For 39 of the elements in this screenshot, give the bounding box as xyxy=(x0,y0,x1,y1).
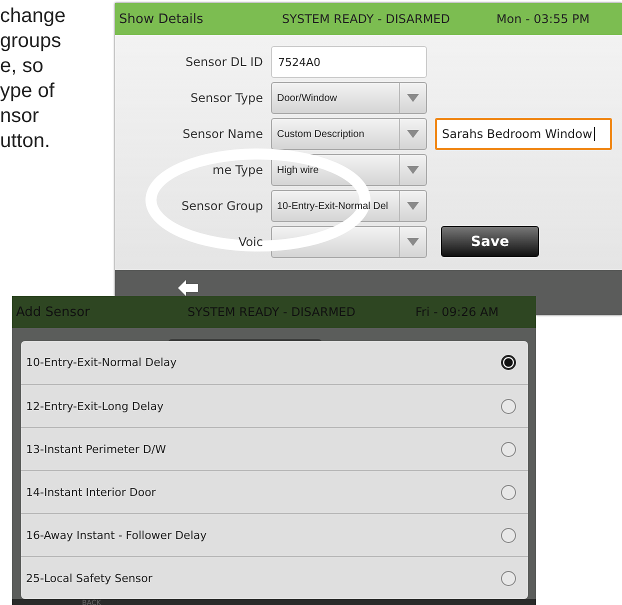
option-label: 10-Entry-Exit-Normal Delay xyxy=(26,356,177,369)
option-row[interactable]: 10-Entry-Exit-Normal Delay xyxy=(21,341,528,384)
field-label: Sensor Group xyxy=(180,199,263,213)
dropdown[interactable]: Custom Description xyxy=(271,118,427,150)
name-input-field[interactable]: Sarahs Bedroom Window xyxy=(435,118,612,150)
dropdown[interactable]: 10-Entry-Exit-Normal Del xyxy=(271,190,427,222)
option-label: 12-Entry-Exit-Long Delay xyxy=(26,400,164,412)
save-button[interactable]: Save xyxy=(441,226,539,257)
option-label: 14-Instant Interior Door xyxy=(26,486,156,498)
date-time: Mon - 03:55 PM xyxy=(495,12,591,26)
option-label: 16-Away Instant - Follower Delay xyxy=(26,528,207,542)
text-field[interactable]: 7524A0 xyxy=(271,46,427,78)
system-status: SYSTEM READY - DISARMED xyxy=(281,12,451,26)
option-row[interactable]: 13-Instant Perimeter D/W xyxy=(21,427,528,470)
field-label: Sensor Name xyxy=(182,127,263,141)
dropdown-arrow-icon xyxy=(407,238,419,246)
dropdown-arrow-icon xyxy=(407,130,419,138)
field-label: Voic xyxy=(237,235,263,249)
option-row[interactable]: 12-Entry-Exit-Long Delay xyxy=(21,384,528,427)
radio-button[interactable] xyxy=(501,528,516,542)
option-label: 13-Instant Perimeter D/W xyxy=(26,442,166,456)
dropdown-arrow-icon xyxy=(407,202,419,210)
radio-button[interactable] xyxy=(501,442,516,456)
field-label: Sensor DL ID xyxy=(184,55,263,69)
dropdown[interactable]: Door/Window xyxy=(271,82,427,114)
screen-title: Show Details xyxy=(119,12,204,26)
document-paragraph: change groups e, so ype of nsor utton. xyxy=(0,4,67,154)
option-row[interactable]: 16-Away Instant - Follower Delay xyxy=(21,513,528,556)
option-label: 25-Local Safety Sensor xyxy=(26,572,152,584)
radio-button[interactable] xyxy=(501,570,516,586)
option-row[interactable]: 14-Instant Interior Door xyxy=(21,470,528,513)
field-label: me Type xyxy=(212,163,263,177)
back-arrow-icon xyxy=(178,280,198,296)
radio-button[interactable] xyxy=(501,484,516,500)
dropdown-arrow-icon xyxy=(407,94,419,102)
dropdown-arrow-icon xyxy=(407,166,419,174)
radio-button[interactable] xyxy=(501,355,516,370)
field-label: Sensor Type xyxy=(189,91,263,105)
radio-button[interactable] xyxy=(501,398,516,414)
